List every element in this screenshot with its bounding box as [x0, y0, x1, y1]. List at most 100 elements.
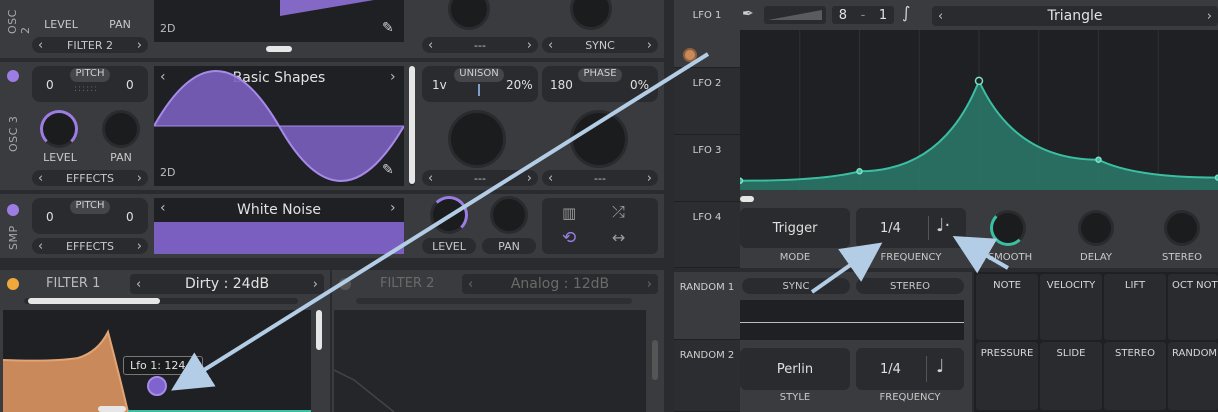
chevron-left-icon[interactable]: ‹ [38, 38, 43, 53]
lfo-smooth-ramp[interactable] [764, 6, 826, 24]
osc3-unison-amount[interactable]: 20% [506, 78, 533, 92]
lfo-shape-display[interactable] [740, 30, 1218, 190]
sample-name[interactable]: White Noise [184, 202, 374, 218]
mod-source-slide[interactable]: SLIDE [1040, 342, 1102, 410]
sample-display[interactable]: ‹ White Noise › [154, 198, 404, 254]
chevron-left-icon[interactable]: ‹ [38, 171, 43, 186]
lfo-point-handle[interactable] [1095, 156, 1102, 163]
chevron-left-icon[interactable]: ‹ [160, 200, 166, 216]
osc2-sync-selector[interactable]: ‹ SYNC › [542, 37, 658, 53]
lfo-smooth-knob[interactable] [990, 210, 1026, 246]
random-tab-1[interactable]: RANDOM 1 [674, 272, 740, 340]
random-style-selector[interactable]: Perlin [740, 348, 850, 390]
lfo-point-handle[interactable] [856, 168, 863, 175]
lfo-delay-knob[interactable] [1078, 210, 1114, 246]
lfo-frequency-selector[interactable]: 1/4 ♩· [856, 208, 966, 248]
chevron-left-icon[interactable]: ‹ [548, 38, 553, 53]
filter2-response-display[interactable] [334, 310, 646, 412]
osc3-scrollbar[interactable] [409, 66, 415, 186]
osc3-phase-random[interactable]: 0% [630, 78, 649, 92]
chevron-right-icon[interactable]: › [390, 200, 396, 216]
lfo-point-handle[interactable] [740, 177, 744, 184]
shuffle-icon[interactable]: ⤮ [612, 202, 625, 222]
filter1-scrollbar[interactable] [316, 310, 322, 350]
filter2-scrollbar[interactable] [652, 340, 658, 380]
chevron-left-icon[interactable]: ‹ [136, 277, 141, 292]
filter2-enable-toggle[interactable] [339, 278, 351, 290]
osc3-enable-toggle[interactable] [7, 70, 19, 82]
chevron-right-icon[interactable]: › [647, 171, 652, 186]
osc3-unison-voices[interactable]: 1v [432, 78, 447, 92]
chevron-left-icon[interactable]: ‹ [428, 38, 433, 53]
sample-level-knob[interactable] [430, 196, 468, 234]
osc3-wave-display[interactable]: ‹ Basic Shapes › 2D ✎ [154, 66, 404, 186]
pen-icon[interactable]: ✒ [742, 6, 754, 22]
mod-source-velocity[interactable]: VELOCITY [1040, 274, 1102, 340]
mod-source-note[interactable]: NOTE [976, 274, 1038, 340]
lfo-point-handle[interactable] [974, 76, 984, 86]
filter1-enable-toggle[interactable] [7, 278, 19, 290]
mod-source-pressure[interactable]: PRESSURE [976, 342, 1038, 410]
sample-dest-selector[interactable]: ‹ EFFECTS › [32, 238, 148, 254]
loop-icon[interactable]: ⟲ [562, 228, 576, 248]
sample-pitch-right[interactable]: 0 [126, 210, 134, 224]
mod-source-random[interactable]: RANDOM [1168, 342, 1218, 410]
lfo-tab-3[interactable]: LFO 3 [674, 135, 740, 202]
random-frequency-selector[interactable]: 1/4 ♩ [856, 348, 964, 390]
chevron-left-icon[interactable]: ‹ [548, 171, 553, 186]
random-sync-button[interactable]: SYNC [742, 278, 850, 294]
chevron-right-icon[interactable]: › [313, 277, 318, 292]
pencil-icon[interactable]: ✎ [382, 162, 394, 178]
pencil-icon[interactable]: ✎ [382, 20, 394, 36]
lfo-tab-2[interactable]: LFO 2 [674, 68, 740, 135]
filter2-model-selector[interactable]: ‹ Analog : 12dB › [462, 274, 658, 294]
osc3-phase-value[interactable]: 180 [550, 78, 573, 92]
filter1-bottom-scroll[interactable] [98, 406, 126, 412]
dotted-note-icon[interactable]: ♩· [936, 215, 950, 236]
chevron-right-icon[interactable]: › [1207, 9, 1212, 24]
osc2-unison-knob[interactable] [448, 0, 490, 30]
filter1-response-display[interactable]: Lfo 1: 124.6 [3, 310, 311, 412]
mod-source-lift[interactable]: LIFT [1104, 274, 1166, 340]
filter1-cutoff-handle[interactable] [147, 376, 167, 396]
sample-pan-knob[interactable] [490, 196, 528, 234]
osc2-phase-knob[interactable] [570, 0, 612, 30]
lfo-mode-selector[interactable]: Trigger [740, 208, 850, 248]
osc2-wave-display[interactable]: 2D ✎ [154, 0, 404, 42]
osc3-pitch-right[interactable]: 0 [126, 78, 134, 92]
chevron-right-icon[interactable]: › [527, 171, 532, 186]
osc3-unison-detune-knob[interactable] [448, 110, 506, 168]
mod-source-stereo[interactable]: STEREO [1104, 342, 1166, 410]
osc3-level-knob[interactable] [40, 110, 78, 148]
osc3-pitch-left[interactable]: 0 [46, 78, 54, 92]
lfo-grid-size[interactable]: 8-1 [832, 6, 894, 24]
keyboard-icon[interactable]: ▥ [562, 204, 576, 222]
bounce-icon[interactable]: ↔ [612, 228, 625, 247]
osc3-unison-selector[interactable]: ‹ --- › [422, 170, 538, 186]
osc3-phase-knob[interactable] [570, 110, 628, 168]
lfo-tab-4[interactable]: LFO 4 [674, 202, 740, 268]
lfo-phase-scroll[interactable] [740, 196, 754, 202]
sample-pitch-left[interactable]: 0 [46, 210, 54, 224]
curve-icon[interactable]: ∫ [902, 3, 910, 22]
chevron-right-icon[interactable]: › [527, 38, 532, 53]
osc3-dest-selector[interactable]: ‹ EFFECTS › [32, 170, 148, 186]
filter2-blend-slider[interactable] [356, 298, 632, 304]
random-tab-2[interactable]: RANDOM 2 [674, 340, 740, 412]
mod-source-oct-note[interactable]: OCT NOT [1168, 274, 1218, 340]
chevron-left-icon[interactable]: ‹ [468, 277, 473, 292]
lfo-shape-selector[interactable]: ‹ Triangle › [932, 6, 1218, 26]
random-display[interactable] [740, 300, 964, 340]
chevron-left-icon[interactable]: ‹ [428, 171, 433, 186]
sample-enable-toggle[interactable] [7, 204, 19, 216]
osc3-phase-selector[interactable]: ‹ --- › [542, 170, 658, 186]
filter1-model-selector[interactable]: ‹ Dirty : 24dB › [130, 274, 324, 294]
note-icon[interactable]: ♩ [936, 356, 945, 377]
osc2-unison-selector[interactable]: ‹ --- › [422, 37, 538, 53]
random-stereo-button[interactable]: STEREO [856, 278, 964, 294]
chevron-right-icon[interactable]: › [647, 38, 652, 53]
chevron-right-icon[interactable]: › [647, 277, 652, 292]
osc2-dest-selector[interactable]: ‹ FILTER 2 › [32, 37, 148, 53]
chevron-right-icon[interactable]: › [137, 38, 142, 53]
lfo-stereo-knob[interactable] [1164, 210, 1200, 246]
